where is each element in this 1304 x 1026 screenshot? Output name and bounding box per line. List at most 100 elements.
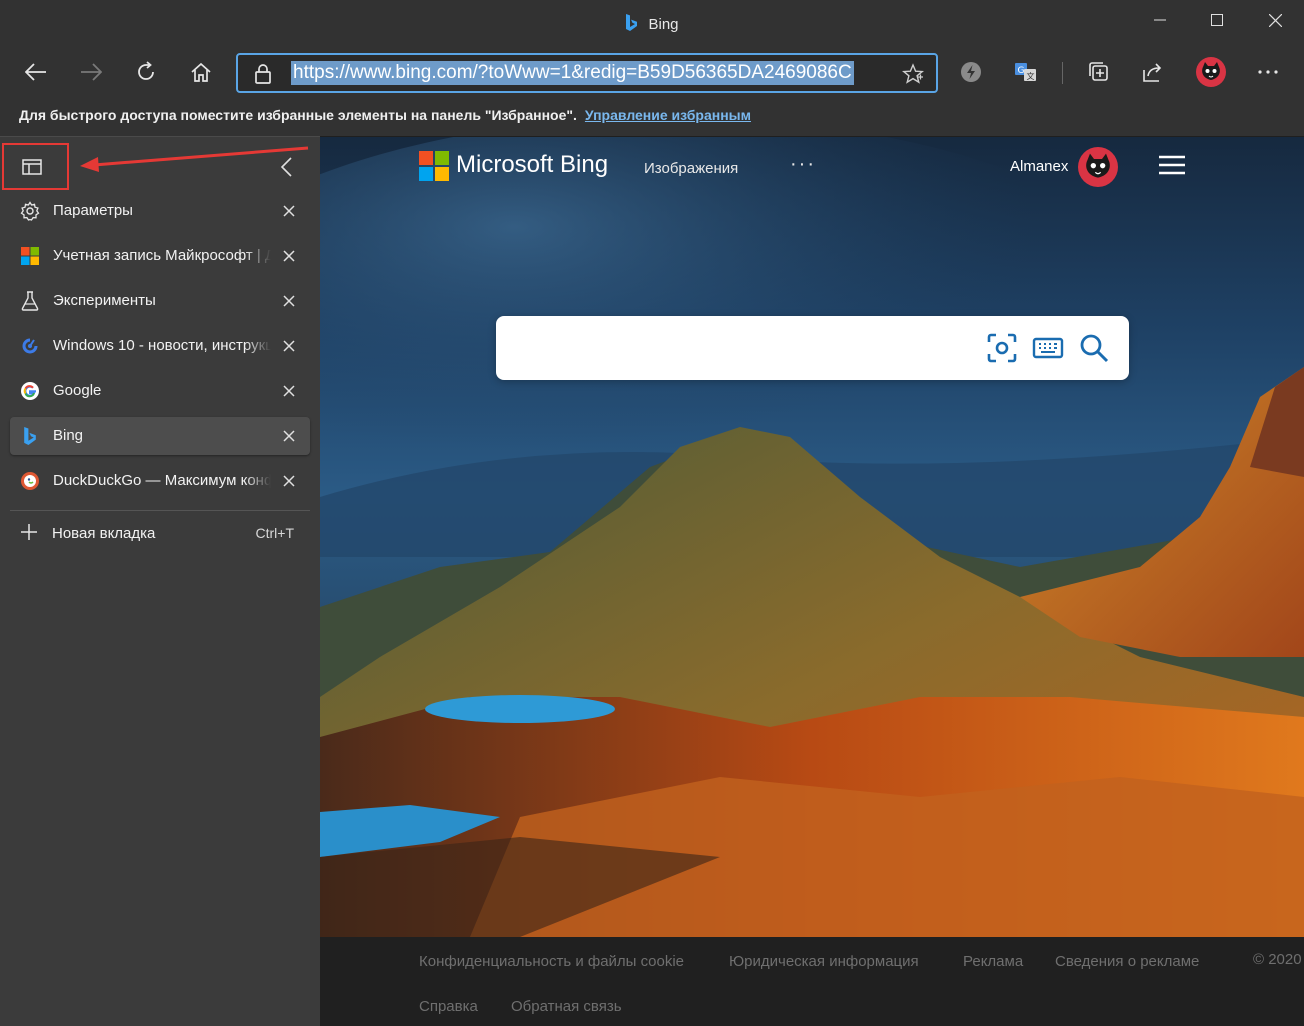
user-avatar[interactable]	[1078, 147, 1118, 192]
tab-item-parameters[interactable]: Параметры	[10, 192, 310, 230]
extension-button[interactable]	[953, 54, 989, 90]
address-bar[interactable]: https://www.bing.com/?toWww=1&redig=B59D…	[236, 53, 938, 93]
microsoft-logo-icon	[419, 151, 449, 186]
tab-label: Учетная запись Майкрософт | Д	[53, 247, 271, 264]
new-tab-shortcut: Ctrl+T	[256, 525, 295, 541]
vertical-tabs-panel: Параметры Учетная запись Майкрософт | Д …	[0, 136, 320, 1026]
legal-link[interactable]: Юридическая информация	[729, 953, 919, 970]
tabs-divider	[10, 510, 310, 511]
back-icon	[25, 63, 47, 81]
toolbar-divider	[1062, 62, 1063, 84]
title-bar: Bing	[0, 0, 1304, 46]
translate-button[interactable]: G文	[1008, 54, 1044, 90]
close-icon	[283, 205, 295, 217]
tab-label: Эксперименты	[53, 292, 271, 309]
search-icon[interactable]	[1078, 332, 1110, 369]
close-tab-button[interactable]	[280, 427, 298, 445]
bing-brand[interactable]: Microsoft Bing	[456, 151, 608, 179]
close-tab-button[interactable]	[280, 472, 298, 490]
tab-item-experiments[interactable]: Эксперименты	[10, 282, 310, 320]
close-icon	[283, 295, 295, 307]
collections-button[interactable]	[1081, 54, 1117, 90]
lock-icon[interactable]	[254, 64, 272, 89]
back-button[interactable]	[18, 54, 54, 90]
favorite-star-icon[interactable]	[902, 63, 924, 90]
privacy-link[interactable]: Конфиденциальность и файлы cookie	[419, 953, 684, 970]
tab-item-bing[interactable]: Bing	[10, 417, 310, 455]
about-ads-link[interactable]: Сведения о рекламе	[1055, 953, 1199, 970]
url-text[interactable]: https://www.bing.com/?toWww=1&redig=B59D…	[291, 61, 854, 85]
tab-item-duckduckgo[interactable]: DuckDuckGo — Максимум конф	[10, 462, 310, 500]
keyboard-icon[interactable]	[1032, 332, 1064, 369]
copyright-text: © 2020	[1253, 951, 1302, 968]
translate-icon: G文	[1014, 61, 1038, 83]
close-icon	[283, 430, 295, 442]
share-button[interactable]	[1135, 54, 1171, 90]
tab-actions-icon[interactable]	[22, 159, 42, 180]
tab-item-microsoft-account[interactable]: Учетная запись Майкрософт | Д	[10, 237, 310, 275]
close-tab-button[interactable]	[280, 337, 298, 355]
duckduckgo-logo-icon	[20, 471, 40, 491]
plus-icon	[20, 523, 38, 546]
svg-text:文: 文	[1027, 71, 1035, 81]
visual-search-icon[interactable]	[986, 332, 1018, 369]
more-icon	[1257, 69, 1279, 75]
favorites-bar: Для быстрого доступа поместите избранные…	[0, 98, 1304, 136]
bing-logo-icon	[20, 426, 40, 446]
home-button[interactable]	[183, 54, 219, 90]
site-favicon-icon	[20, 336, 40, 356]
bing-footer: Конфиденциальность и файлы cookie Юридич…	[320, 937, 1304, 1026]
favorites-hint: Для быстрого доступа поместите избранные…	[19, 107, 577, 123]
close-tab-button[interactable]	[280, 202, 298, 220]
more-button[interactable]	[1250, 54, 1286, 90]
close-window-button[interactable]	[1246, 0, 1304, 40]
new-tab-label: Новая вкладка	[52, 525, 155, 542]
flask-icon	[20, 291, 40, 311]
bing-header: Microsoft Bing Изображения ··· Almanex	[320, 137, 1304, 197]
tab-item-windows10[interactable]: Windows 10 - новости, инструкц	[10, 327, 310, 365]
forward-icon	[80, 63, 102, 81]
browser-toolbar: https://www.bing.com/?toWww=1&redig=B59D…	[0, 46, 1304, 98]
help-link[interactable]: Справка	[419, 998, 478, 1015]
tab-label: DuckDuckGo — Максимум конф	[53, 472, 271, 489]
tab-label: Windows 10 - новости, инструкц	[53, 337, 271, 354]
new-tab-button[interactable]: Новая вкладка Ctrl+T	[10, 517, 310, 549]
tab-item-google[interactable]: Google	[10, 372, 310, 410]
close-tab-button[interactable]	[280, 247, 298, 265]
refresh-button[interactable]	[128, 54, 164, 90]
vertical-tabs-header	[0, 137, 320, 193]
close-tab-button[interactable]	[280, 292, 298, 310]
feedback-link[interactable]: Обратная связь	[511, 998, 622, 1015]
annotation-arrow	[78, 142, 310, 177]
extension-icon	[960, 61, 982, 83]
user-name[interactable]: Almanex	[1010, 158, 1068, 175]
search-input[interactable]	[516, 334, 956, 362]
chevron-left-icon	[280, 157, 292, 177]
search-box	[496, 316, 1129, 380]
profile-button[interactable]	[1193, 54, 1229, 90]
forward-button[interactable]	[73, 54, 109, 90]
close-tab-button[interactable]	[280, 382, 298, 400]
home-icon	[190, 61, 212, 83]
tab-label: Bing	[53, 427, 271, 444]
microsoft-logo-icon	[20, 246, 40, 266]
nav-more-button[interactable]: ···	[790, 153, 816, 176]
window-title: Bing	[648, 16, 678, 33]
share-icon	[1142, 61, 1164, 83]
minimize-button[interactable]	[1131, 0, 1189, 40]
google-logo-icon	[20, 381, 40, 401]
svg-text:G: G	[1018, 66, 1025, 76]
tab-label: Google	[53, 382, 271, 399]
tab-label: Параметры	[53, 202, 271, 219]
hamburger-menu-icon[interactable]	[1158, 155, 1186, 180]
nav-images-link[interactable]: Изображения	[644, 160, 738, 177]
manage-favorites-link[interactable]: Управление избранным	[585, 107, 751, 123]
ads-link[interactable]: Реклама	[963, 953, 1023, 970]
refresh-icon	[135, 61, 157, 83]
bing-logo-icon	[625, 14, 638, 36]
maximize-button[interactable]	[1188, 0, 1246, 40]
close-icon	[283, 340, 295, 352]
collapse-panel-button[interactable]	[280, 157, 292, 182]
close-icon	[283, 475, 295, 487]
page-content: Microsoft Bing Изображения ··· Almanex	[320, 137, 1304, 1026]
